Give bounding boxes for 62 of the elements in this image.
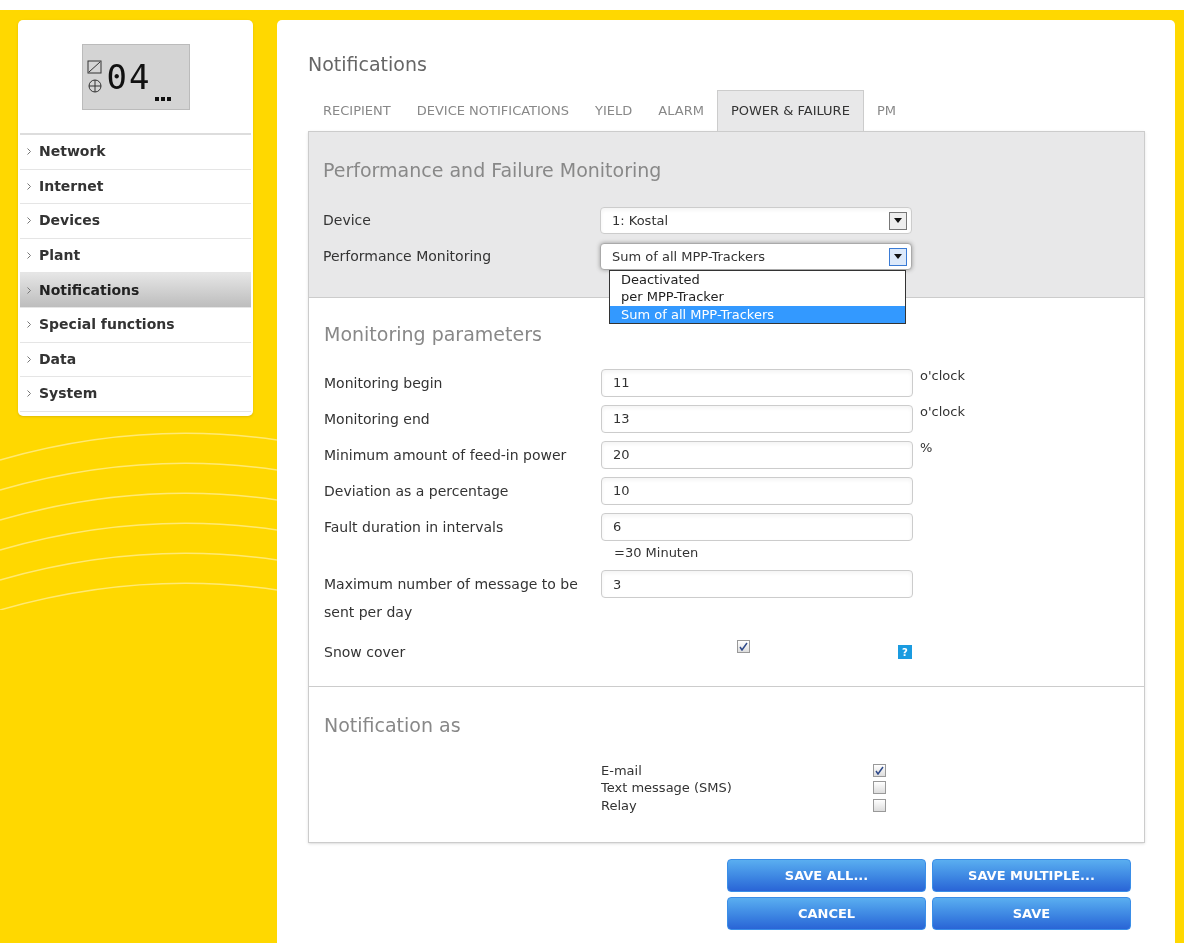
unit-label: % <box>920 438 933 457</box>
field-label: Minimum amount of feed-in power <box>324 445 568 465</box>
tab[interactable]: ALARM <box>645 90 717 131</box>
display-reading: 04 <box>106 59 152 94</box>
chevron-icon <box>27 148 31 156</box>
sidebar-item[interactable]: System <box>20 377 251 412</box>
display-symbols-icon <box>86 59 103 94</box>
field-label: Performance Monitoring <box>323 247 493 266</box>
chevron-icon <box>27 182 31 190</box>
checkbox[interactable] <box>873 781 886 795</box>
tab[interactable]: YIELD <box>582 90 646 131</box>
input-field[interactable]: 10 <box>601 476 913 505</box>
checkbox[interactable] <box>873 798 886 812</box>
unit-label: o'clock <box>920 366 965 385</box>
dropdown-option[interactable]: Deactivated <box>610 270 905 288</box>
dropdown-option[interactable]: per MPP-Tracker <box>610 288 905 306</box>
chevron-icon <box>27 252 31 260</box>
field-label: Deviation as a percentage <box>324 481 510 501</box>
sidebar-item[interactable]: Special functions <box>20 307 251 343</box>
sidebar-item[interactable]: Notifications <box>20 273 251 308</box>
select-field[interactable]: 1: Kostal <box>600 207 912 234</box>
field-label: Maximum number of message to be sent per day <box>324 575 579 622</box>
chevron-icon <box>27 217 31 225</box>
input-field[interactable]: 3 <box>601 570 913 598</box>
field-label: Fault duration in intervals <box>324 517 505 537</box>
tab[interactable]: PM <box>863 90 909 131</box>
input-field[interactable]: 11 <box>601 368 913 397</box>
option-label: Text message (SMS) <box>601 779 733 797</box>
tab[interactable]: POWER & FAILURE <box>716 90 864 131</box>
field-note: =30 Minuten <box>613 543 700 562</box>
action-button[interactable]: SAVE MULTIPLE... <box>932 859 1131 892</box>
sidebar-item[interactable]: Devices <box>20 204 251 239</box>
action-button[interactable]: SAVE <box>932 897 1131 930</box>
chevron-icon <box>27 390 31 398</box>
input-field[interactable]: 20 <box>601 440 913 469</box>
unit-label: o'clock <box>920 402 965 421</box>
checkbox[interactable] <box>873 763 886 777</box>
select-field[interactable]: Sum of all MPP-Trackers <box>600 243 912 270</box>
battery-icon <box>155 96 172 101</box>
section-title: Performance and Failure Monitoring <box>323 158 663 183</box>
input-field[interactable]: 13 <box>601 404 913 433</box>
sidebar-item[interactable]: Data <box>20 342 251 378</box>
field-label: Snow cover <box>324 642 407 662</box>
tab[interactable]: RECIPIENT <box>310 90 404 131</box>
option-label: E-mail <box>601 761 643 780</box>
input-field[interactable]: 6 <box>601 512 913 541</box>
option-label: Relay <box>601 796 638 815</box>
chevron-icon <box>27 286 31 294</box>
section-title: Notification as <box>324 713 462 738</box>
chevron-icon <box>27 355 31 363</box>
chevron-icon <box>27 321 31 329</box>
checkbox[interactable] <box>737 639 750 653</box>
action-button[interactable]: SAVE ALL... <box>727 859 926 892</box>
sidebar-item[interactable]: Network <box>20 135 251 170</box>
field-label: Monitoring begin <box>324 373 444 393</box>
field-label: Monitoring end <box>324 409 431 429</box>
field-label: Device <box>323 211 372 230</box>
section-title: Monitoring parameters <box>324 322 543 347</box>
page-title: Notifications <box>308 52 428 77</box>
sidebar-item[interactable]: Internet <box>20 169 251 205</box>
action-button[interactable]: CANCEL <box>727 897 926 930</box>
tab[interactable]: DEVICE NOTIFICATIONS <box>403 90 583 131</box>
